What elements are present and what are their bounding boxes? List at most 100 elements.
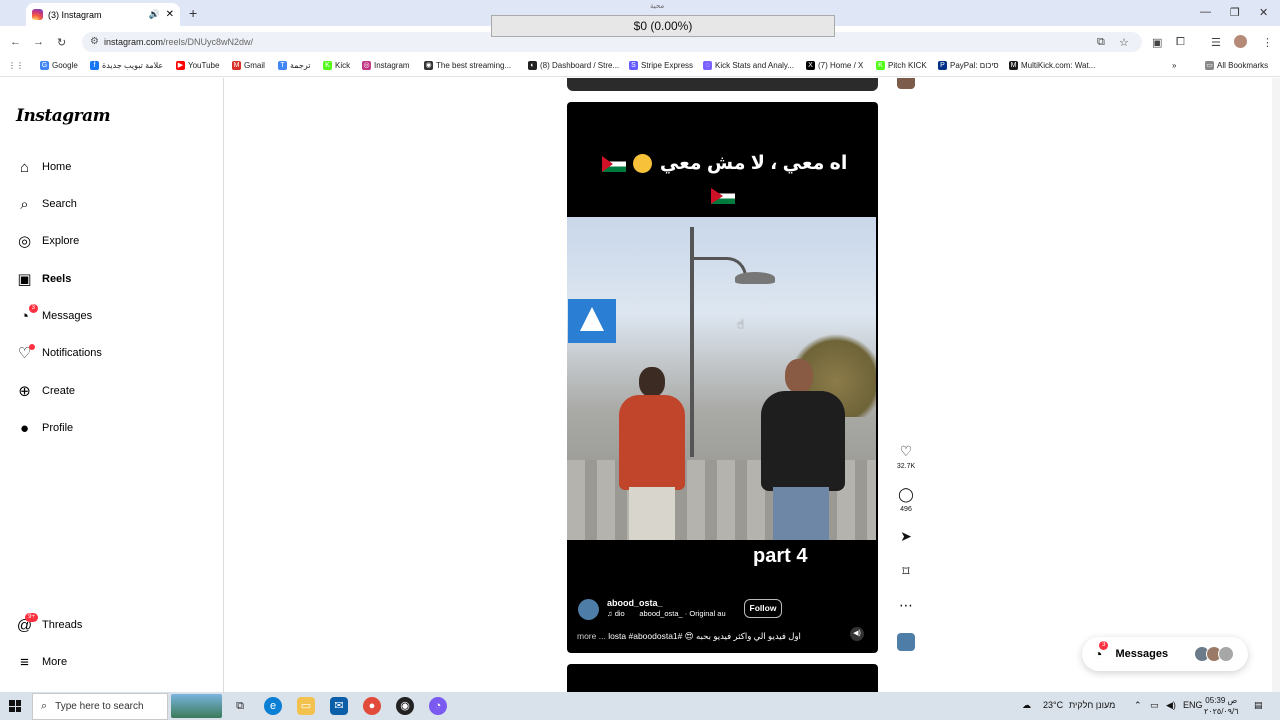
bookmark-item[interactable]: ◌ Kick Stats and Analy... (703, 61, 794, 70)
sidebar-item-profile[interactable]: ● Profile (16, 418, 73, 438)
sidebar-item-label: Explore (42, 235, 80, 247)
author-username[interactable]: abood_osta_ (607, 598, 663, 608)
messenger-app-icon[interactable]: ◔ (429, 697, 447, 715)
bookmark-favicon-icon: X (806, 61, 815, 70)
sidebar-item-search[interactable]: ⌕ Search (16, 194, 77, 214)
previous-reel-audio-avatar[interactable] (897, 78, 915, 89)
site-info-icon[interactable]: ⚙ (90, 36, 99, 47)
bookmark-label: Google (52, 61, 78, 70)
like-heart-icon[interactable]: ♡ (897, 443, 915, 461)
bookmarks-overflow-icon[interactable]: » (1172, 61, 1176, 70)
reel-video-frame[interactable] (567, 217, 876, 540)
extension-kick-icon[interactable]: ▣ (1152, 36, 1162, 49)
sidebar-item-reels[interactable]: ▣ Reels (16, 269, 71, 289)
bookmark-label: The best streaming... (436, 61, 512, 70)
tab-audio-icon[interactable]: 🔊 (149, 9, 160, 20)
chrome-icon[interactable]: ● (363, 697, 381, 715)
taskbar-clock[interactable]: 05:39 ص ٢٠٢٥/٠٩/٦ (1204, 695, 1239, 717)
bookmark-label: Stripe Express (641, 61, 694, 70)
forward-arrow-icon[interactable]: → (33, 36, 44, 48)
threads-badge: 9+ (25, 612, 38, 622)
instagram-logo[interactable]: Instagram (16, 106, 111, 126)
volume-tray-icon[interactable]: ◀) (1166, 700, 1176, 711)
tray-overflow-icon[interactable]: ⌃ (1134, 700, 1142, 711)
bookmark-item[interactable]: ◉ The best streaming... (424, 61, 511, 70)
bookmark-item[interactable]: T ترجمة (278, 61, 311, 70)
crosswalk-sign (568, 299, 616, 343)
bookmark-item[interactable]: G Google (40, 61, 78, 70)
language-indicator[interactable]: ENG (1183, 700, 1203, 710)
extensions-puzzle-icon[interactable]: ⧠ (1176, 36, 1185, 49)
bookmark-star-icon[interactable]: ☆ (1119, 36, 1129, 49)
comment-icon[interactable]: ◯ (897, 486, 915, 504)
browser-tab-instagram[interactable]: (3) Instagram 🔊 ✕ (26, 3, 180, 26)
message-avatars (1194, 646, 1234, 662)
volume-icon[interactable]: ◀) (850, 627, 864, 641)
reel-player[interactable]: اه معي ، لا مش معي part 4 abood_osta_ ♫ … (567, 102, 878, 653)
install-app-icon[interactable]: ⧉ (1097, 36, 1105, 49)
bookmark-item[interactable]: S Stripe Express (629, 61, 693, 70)
bookmark-item[interactable]: K Pitch KICK (876, 61, 927, 70)
task-view-icon[interactable]: ⧉ (231, 697, 249, 715)
sidebar-item-more[interactable]: ≡ More (16, 652, 67, 672)
browser-profile-avatar[interactable] (1234, 35, 1247, 48)
edge-browser-icon[interactable]: e (264, 697, 282, 715)
bookmark-item[interactable]: ▶ YouTube (176, 61, 219, 70)
save-bookmark-icon[interactable]: ⌑ (897, 563, 915, 581)
sidebar-item-explore[interactable]: ◎ Explore (16, 231, 79, 251)
url-path: /reels/DNUyc8wN2dw/ (163, 37, 254, 47)
restore-icon[interactable]: ❐ (1230, 6, 1240, 19)
previous-reel[interactable] (567, 78, 878, 91)
comment-count: 496 (900, 506, 912, 513)
sidebar-item-notifications[interactable]: ♡ Notifications (16, 343, 102, 363)
bookmark-favicon-icon: ◎ (362, 61, 371, 70)
sidebar-item-create[interactable]: ⊕ Create (16, 381, 75, 401)
reel-audio-info[interactable]: ♫ dio abood_osta_ · Original au (607, 609, 726, 618)
tab-close-icon[interactable]: ✕ (166, 9, 174, 20)
bookmark-item[interactable]: M MultiKick.com: Wat... (1009, 61, 1095, 70)
bookmark-item[interactable]: X (7) Home / X (806, 61, 863, 70)
bookmark-item[interactable]: f علامة تبويب جديدة (90, 61, 163, 70)
taskbar-search-box[interactable]: ⌕ Type here to search (32, 693, 168, 720)
sidebar-item-messages[interactable]: ◔ 3 Messages (16, 303, 92, 326)
bookmark-label: PayPal: סיכום (950, 61, 999, 70)
follow-button[interactable]: Follow (744, 599, 782, 618)
bookmark-item[interactable]: P PayPal: סיכום (938, 61, 999, 70)
windows-start-icon[interactable] (9, 700, 21, 712)
obs-icon[interactable]: ◉ (396, 697, 414, 715)
reel-description[interactable]: more ... losta #aboodosta1# 😍 اول فيديو … (577, 631, 837, 642)
temperature-text: 23°C (1043, 700, 1064, 710)
bookmark-label: Kick (335, 61, 351, 70)
bookmark-item[interactable]: K Kick (323, 61, 350, 70)
sidebar-item-threads[interactable]: @9+ Threads (16, 612, 82, 635)
reload-icon[interactable]: ↻ (57, 36, 66, 49)
media-controls-icon[interactable]: ☰ (1211, 36, 1221, 49)
file-explorer-icon[interactable]: ▭ (297, 697, 315, 715)
description-more-link[interactable]: more ... (577, 631, 606, 641)
page-scrollbar[interactable] (1272, 78, 1280, 692)
all-bookmarks-link[interactable]: ▭ All Bookmarks (1205, 61, 1268, 70)
weather-icon[interactable]: ☁ (1022, 700, 1031, 711)
next-reel[interactable] (567, 664, 878, 694)
taskbar-widget-thumbnail[interactable] (171, 694, 222, 718)
address-bar-url[interactable]: instagram.com/reels/DNUyc8wN2dw/ (104, 37, 253, 47)
search-icon: ⌕ (41, 700, 48, 712)
sidebar-item-home[interactable]: ⌂ Home (16, 157, 71, 177)
back-arrow-icon[interactable]: ← (10, 36, 21, 48)
bookmark-item[interactable]: M Gmail (232, 61, 265, 70)
apps-grid-icon[interactable]: ⋮⋮ (8, 61, 24, 70)
new-tab-button[interactable]: + (189, 5, 197, 21)
messages-floating-button[interactable]: ◔ 3 Messages (1082, 637, 1248, 671)
reel-audio-avatar[interactable] (897, 633, 915, 651)
more-options-icon[interactable]: ⋯ (897, 597, 915, 615)
browser-menu-icon[interactable]: ⋮ (1262, 36, 1273, 49)
bookmark-item[interactable]: ◐ (8) Dashboard / Stre... (528, 61, 619, 70)
minimize-icon[interactable]: — (1200, 6, 1211, 18)
window-close-icon[interactable]: ✕ (1259, 6, 1268, 19)
mail-icon[interactable]: ✉ (330, 697, 348, 715)
notifications-tray-icon[interactable]: ▤ (1254, 700, 1263, 711)
network-icon[interactable]: ▭ (1150, 700, 1159, 711)
bookmark-item[interactable]: ◎ Instagram (362, 61, 410, 70)
author-avatar[interactable] (578, 599, 599, 620)
share-send-icon[interactable]: ➤ (897, 528, 915, 546)
